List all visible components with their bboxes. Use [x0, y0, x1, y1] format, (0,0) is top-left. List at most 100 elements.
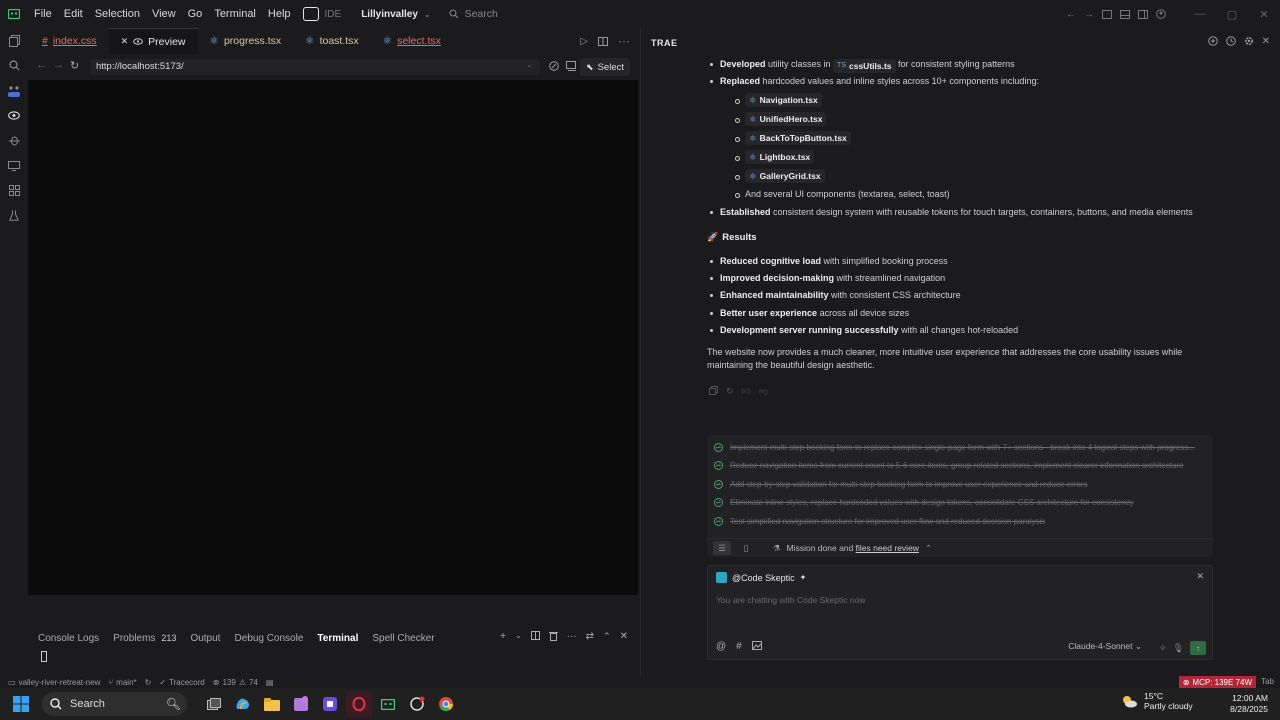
sparkle-icon[interactable]: ✧	[1159, 643, 1167, 654]
image-icon[interactable]	[751, 641, 762, 652]
remote-folder[interactable]: ▭ valley-river-retreat-new	[8, 678, 100, 687]
chrome-icon[interactable]	[433, 691, 459, 717]
file-chip[interactable]: ⚛ Navigation.tsx	[745, 93, 822, 108]
menu-go[interactable]: Go	[182, 0, 209, 28]
files-review-link[interactable]: files need review	[856, 543, 919, 553]
run-icon[interactable]: ▷	[580, 36, 588, 47]
more-icon[interactable]: ···	[618, 34, 630, 48]
close-icon[interactable]: ✕	[620, 631, 628, 642]
trae-taskbar-icon[interactable]	[375, 691, 401, 717]
devices-icon[interactable]	[566, 61, 578, 71]
hashtag-icon[interactable]: #	[736, 641, 742, 652]
menu-view[interactable]: View	[146, 0, 182, 28]
tab-console-logs[interactable]: Console Logs	[28, 633, 106, 644]
menu-file[interactable]: File	[28, 0, 58, 28]
minimize-icon[interactable]: —	[1184, 0, 1216, 28]
add-terminal-icon[interactable]: +	[500, 631, 506, 642]
browser-preview[interactable]	[28, 80, 638, 595]
source-control-icon[interactable]	[0, 78, 28, 103]
chevron-up-icon[interactable]: ⌃	[603, 631, 611, 642]
regenerate-icon[interactable]: ↻	[726, 386, 734, 397]
tab-debug-console[interactable]: Debug Console	[227, 633, 310, 644]
extensions-icon[interactable]	[0, 178, 28, 203]
close-icon[interactable]: ✕	[121, 36, 129, 47]
chevron-down-icon[interactable]: ⌄	[526, 60, 533, 69]
trash-icon[interactable]	[548, 631, 558, 642]
history-icon[interactable]	[1225, 36, 1236, 47]
maximize-icon[interactable]: ▢	[1216, 0, 1248, 28]
command-search[interactable]: Search	[449, 8, 498, 20]
tracecord-status[interactable]: ✓ Tracecord	[159, 678, 204, 687]
mention-icon[interactable]: @	[716, 641, 726, 652]
mcp-status-badge[interactable]: ⊗ MCP: 139E 74W	[1178, 676, 1256, 688]
project-switcher[interactable]: Lillyinvalley ⌄	[361, 9, 430, 20]
task-view-icon[interactable]	[201, 691, 227, 717]
keyboard-icon[interactable]: ▤	[266, 678, 274, 687]
back-arrow-icon[interactable]: ←	[36, 59, 47, 71]
copilot-icon[interactable]	[230, 691, 256, 717]
tab-spell-checker[interactable]: Spell Checker	[365, 633, 441, 644]
tab-indicator[interactable]: Tab	[1261, 676, 1274, 688]
send-button[interactable]: ↑	[1190, 641, 1206, 655]
tab-toast-tsx[interactable]: ⚛ toast.tsx	[293, 28, 371, 54]
git-branch[interactable]: ⑂ main*	[108, 678, 136, 687]
chevron-down-icon[interactable]: ⌄	[515, 631, 522, 642]
file-chip[interactable]: ⚛ UnifiedHero.tsx	[745, 112, 827, 127]
explorer-icon[interactable]	[0, 28, 28, 53]
copy-icon[interactable]	[709, 386, 718, 397]
compass-icon[interactable]	[549, 61, 559, 71]
reload-icon[interactable]: ↻	[70, 59, 79, 72]
chat-input[interactable]: You are chatting with Code Skeptic now	[716, 595, 865, 605]
panel-right-icon[interactable]	[1134, 0, 1152, 28]
tab-progress-tsx[interactable]: ⚛ progress.tsx	[198, 28, 294, 54]
preview-eye-icon[interactable]	[0, 103, 28, 128]
more-icon[interactable]: ···	[567, 631, 577, 642]
windows-start-icon[interactable]	[8, 691, 34, 717]
thumbs-up-icon[interactable]: 👍︎	[742, 386, 751, 397]
remote-explorer-icon[interactable]	[0, 153, 28, 178]
testing-flask-icon[interactable]	[0, 203, 28, 228]
gear-icon[interactable]	[1244, 36, 1254, 47]
chatgpt-icon[interactable]	[404, 691, 430, 717]
file-chip[interactable]: ⚛ GalleryGrid.tsx	[745, 168, 825, 183]
settings-sliders-icon[interactable]: ⇄	[586, 631, 594, 642]
url-input[interactable]: http://localhost:5173/	[90, 59, 540, 75]
search-icon[interactable]	[0, 53, 28, 78]
tab-select-tsx[interactable]: ⚛ select.tsx	[371, 28, 453, 54]
terminal-cursor[interactable]	[41, 651, 47, 662]
task-list-icon[interactable]: ☰	[713, 541, 731, 555]
menu-help[interactable]: Help	[262, 0, 297, 28]
menu-selection[interactable]: Selection	[89, 0, 146, 28]
sync-icon[interactable]: ↻	[145, 678, 152, 687]
debug-icon[interactable]	[0, 128, 28, 153]
forward-arrow-icon[interactable]: →	[1080, 0, 1098, 28]
close-icon[interactable]: ✕	[1262, 36, 1270, 47]
document-icon[interactable]: ▯	[737, 541, 755, 555]
system-clock[interactable]: 12:00 AM 8/28/2025	[1230, 693, 1268, 715]
file-chip-cssutils[interactable]: TS cssUtils.ts	[833, 59, 896, 73]
tab-index-css[interactable]: # index.css	[28, 28, 109, 54]
ide-mode-toggle[interactable]: IDE	[302, 7, 341, 21]
close-icon[interactable]: ✕	[1196, 571, 1204, 582]
file-chip[interactable]: ⚛ BackToTopButton.tsx	[745, 130, 851, 145]
taskbar-search[interactable]: Search 🔍︎	[42, 692, 187, 716]
layout-icon[interactable]	[1098, 0, 1116, 28]
menu-edit[interactable]: Edit	[58, 0, 89, 28]
select-element-button[interactable]: ⬉ Select	[580, 58, 630, 76]
tab-problems[interactable]: Problems 213	[106, 633, 183, 644]
thumbs-down-icon[interactable]: 👎︎	[759, 386, 768, 397]
split-terminal-icon[interactable]	[530, 631, 540, 642]
tab-terminal[interactable]: Terminal	[310, 633, 365, 644]
tab-output[interactable]: Output	[183, 633, 227, 644]
forward-arrow-icon[interactable]: →	[53, 59, 64, 71]
model-selector[interactable]: Claude-4-Sonnet ⌄	[1068, 641, 1142, 652]
panel-bottom-icon[interactable]	[1116, 0, 1134, 28]
menu-terminal[interactable]: Terminal	[208, 0, 262, 28]
file-chip[interactable]: ⚛ Lightbox.tsx	[745, 149, 815, 164]
split-editor-icon[interactable]	[598, 36, 608, 46]
opera-icon[interactable]	[346, 691, 372, 717]
account-icon[interactable]	[1152, 0, 1170, 28]
store-app-icon[interactable]	[288, 691, 314, 717]
back-arrow-icon[interactable]: ←	[1062, 0, 1080, 28]
chevron-up-icon[interactable]: ⌃	[925, 543, 932, 554]
